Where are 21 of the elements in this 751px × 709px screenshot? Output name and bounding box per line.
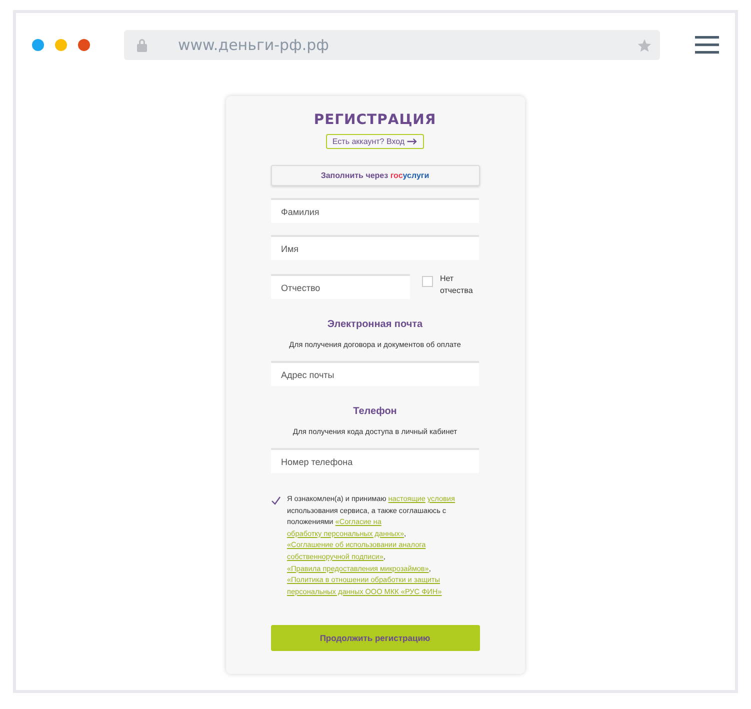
form-title: РЕГИСТРАЦИЯ [314, 112, 436, 128]
submit-button[interactable]: Продолжить регистрацию [270, 625, 480, 652]
window-dot[interactable] [55, 39, 67, 51]
arrow-icon [406, 138, 418, 145]
checkbox-label: Нет отчества [440, 273, 474, 297]
input-field[interactable]: Имя [271, 235, 479, 260]
address-bar[interactable]: www.деньги-рф.рф [124, 30, 660, 60]
star-icon[interactable] [637, 38, 652, 52]
gosuslugi-button[interactable]: Заполнить через госуслуги [270, 165, 480, 186]
menu-icon[interactable] [695, 36, 719, 54]
section-heading: Телефон [353, 406, 397, 417]
section-heading: Электронная почта [327, 319, 423, 330]
window-dot[interactable] [32, 39, 44, 51]
login-link[interactable]: Есть аккаунт? Вход [326, 134, 424, 149]
checkbox[interactable] [422, 276, 433, 287]
window-dot[interactable] [78, 39, 90, 51]
input-field[interactable]: Отчество [271, 274, 410, 299]
lock-icon [136, 38, 148, 52]
input-field[interactable]: Фамилия [271, 198, 479, 223]
input-field[interactable]: Адрес почты [271, 361, 479, 386]
input-field[interactable]: Номер телефона [271, 448, 479, 473]
